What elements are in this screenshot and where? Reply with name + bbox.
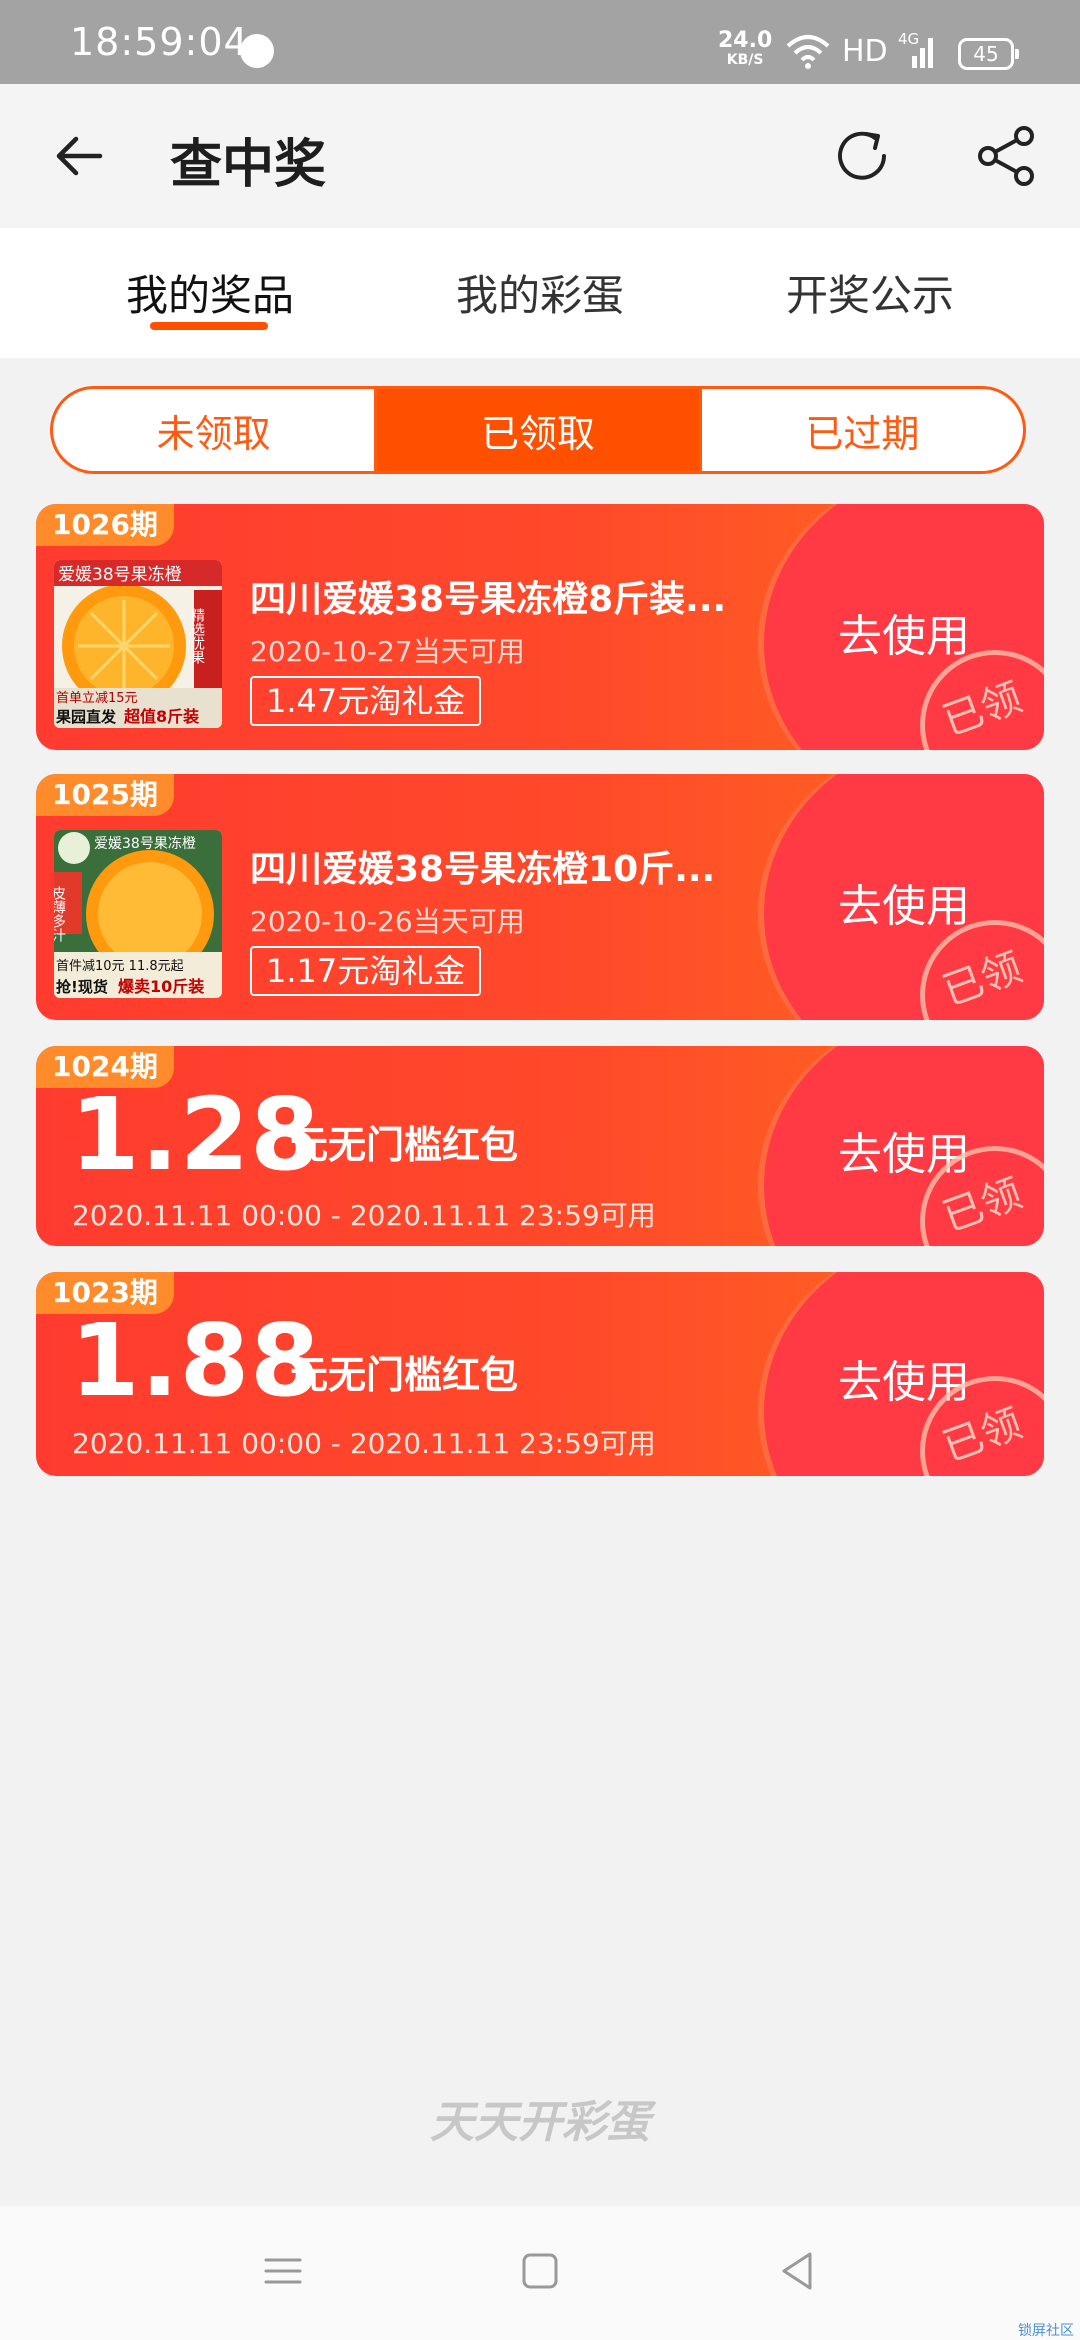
thumb-bottom-left: 果园直发 (55, 708, 117, 726)
active-tab-indicator (150, 322, 268, 330)
period-tag: 1025期 (36, 774, 174, 816)
prize-card[interactable]: 1026期 爱媛38号果冻橙 精选优果 首单立减15元 果园直发 超值8斤装 四… (36, 504, 1044, 750)
use-button[interactable]: 去使用 (838, 870, 970, 934)
thumb-title: 爱媛38号果冻橙 (94, 835, 196, 852)
hd-indicator: HD (842, 34, 888, 69)
valid-range: 2020.11.11 00:00 - 2020.11.11 23:59可用 (72, 1427, 656, 1460)
filter-expired[interactable]: 已过期 (702, 389, 1023, 471)
status-filter: 未领取 已领取 已过期 (50, 386, 1026, 474)
red-packet-label: 元无门槛红包 (290, 1353, 519, 1397)
refresh-icon[interactable] (830, 124, 894, 188)
signal-icon: 4G (898, 30, 940, 70)
thumb-title: 爱媛38号果冻橙 (58, 565, 182, 585)
thumb-bottom-right: 爆卖10斤装 (118, 977, 204, 996)
claimed-stamp-text: 已领 (936, 674, 1028, 746)
system-nav-bar (0, 2206, 1080, 2340)
thumb-bottom-left: 抢!现货 (56, 978, 108, 996)
filter-unclaimed[interactable]: 未领取 (53, 389, 378, 471)
footer-brand: 天天开彩蛋 (430, 2097, 650, 2148)
battery-level: 45 (973, 42, 999, 66)
prize-card[interactable]: 1025期 爱媛38号果冻橙 皮薄多汁 首件减10元 11.8元起 抢!现货 爆… (36, 774, 1044, 1020)
thumb-side-text: 精选优果 (189, 608, 205, 664)
status-time: 18:59:04 (70, 20, 249, 64)
watermark-text: 锁屏社区 (1018, 2323, 1074, 2339)
tab-my-prizes[interactable]: 我的奖品 (126, 262, 294, 323)
claimed-stamp-text: 已领 (936, 1170, 1028, 1242)
use-button[interactable]: 去使用 (838, 600, 970, 664)
wifi-icon (786, 35, 830, 69)
menu-icon[interactable] (258, 2246, 308, 2296)
valid-date: 2020-10-27当天可用 (250, 635, 525, 668)
tab-my-eggs[interactable]: 我的彩蛋 (456, 262, 624, 323)
product-thumbnail: 爱媛38号果冻橙 皮薄多汁 首件减10元 11.8元起 抢!现货 爆卖10斤装 (54, 830, 222, 998)
red-packet-card[interactable]: 1024期 1.28 元无门槛红包 2020.11.11 00:00 - 202… (36, 1046, 1044, 1246)
home-icon[interactable] (515, 2246, 565, 2296)
red-packet-card[interactable]: 1023期 1.88 元无门槛红包 2020.11.11 00:00 - 202… (36, 1272, 1044, 1476)
product-thumbnail: 爱媛38号果冻橙 精选优果 首单立减15元 果园直发 超值8斤装 (54, 560, 222, 728)
top-bar: 查中奖 (0, 84, 1080, 228)
tab-bar: 我的奖品 我的彩蛋 开奖公示 (0, 228, 1080, 358)
valid-range: 2020.11.11 00:00 - 2020.11.11 23:59可用 (72, 1199, 656, 1232)
reward-value: 1.47元淘礼金 (250, 676, 482, 726)
product-name: 四川爱媛38号果冻橙10斤... (250, 849, 716, 890)
red-packet-amount: 1.88 (70, 1302, 321, 1419)
red-packet-label: 元无门槛红包 (290, 1123, 519, 1167)
thumb-bottom-right: 超值8斤装 (123, 707, 199, 726)
thumb-promo: 首单立减15元 (56, 691, 138, 706)
globe-icon (240, 34, 274, 68)
thumb-promo: 首件减10元 11.8元起 (56, 959, 184, 974)
net-speed-value: 24.0 (718, 28, 773, 53)
valid-date: 2020-10-26当天可用 (250, 905, 525, 938)
red-packet-amount: 1.28 (70, 1076, 321, 1193)
net-speed-unit: KB/S (726, 52, 764, 68)
net-speed: 24.0 KB/S (718, 28, 773, 69)
tab-draw-results[interactable]: 开奖公示 (786, 262, 954, 323)
reward-value: 1.17元淘礼金 (250, 946, 482, 996)
product-name: 四川爱媛38号果冻橙8斤装... (250, 579, 727, 620)
claimed-stamp-text: 已领 (936, 1400, 1028, 1472)
back-icon[interactable] (772, 2246, 822, 2296)
battery-icon: 45 (958, 38, 1019, 70)
share-icon[interactable] (976, 124, 1040, 188)
page-title: 查中奖 (170, 135, 327, 195)
claimed-stamp-text: 已领 (936, 944, 1028, 1016)
period-tag: 1026期 (36, 504, 174, 546)
thumb-side-text: 皮薄多汁 (54, 886, 66, 942)
filter-claimed[interactable]: 已领取 (377, 389, 702, 471)
status-bar: 18:59:04 24.0 KB/S HD 4G 45 (0, 0, 1080, 84)
back-arrow-icon[interactable] (50, 126, 110, 186)
